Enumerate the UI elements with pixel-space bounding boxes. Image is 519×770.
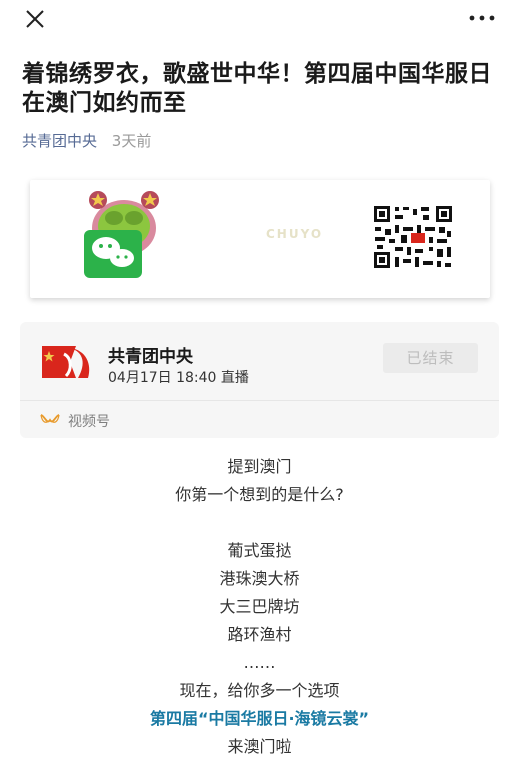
divider	[20, 400, 499, 401]
qr-code-icon[interactable]	[373, 205, 453, 269]
channel-label: 视频号	[68, 414, 110, 430]
article-meta: 共青团中央 3天前	[22, 130, 151, 151]
channels-icon	[40, 414, 60, 423]
content-line: 港珠澳大桥	[219, 569, 300, 588]
wechat-mascot-logo-icon	[84, 191, 159, 278]
top-bar	[0, 0, 519, 40]
qr-promo-card: CHUYO	[30, 180, 490, 298]
publish-time: 3天前	[111, 132, 152, 150]
content-line: 路环渔村	[227, 625, 292, 644]
faint-watermark: CHUYO	[266, 227, 324, 241]
content-line: 葡式蛋挞	[227, 541, 292, 560]
content-line: 大三巴牌坊	[219, 597, 300, 616]
highlight-line: 第四届“中国华服日·海镜云裳”	[149, 709, 370, 728]
content-line: 提到澳门	[227, 457, 292, 476]
article-title: 着锦绣罗衣，歌盛世中华！第四届中国华服日在澳门如约而至	[22, 61, 492, 116]
content-line: 来澳门啦	[227, 737, 292, 756]
live-stream-card[interactable]: 共青团中央 04月17日 18:40 直播 已结束 视频号	[20, 322, 499, 438]
youth-league-logo-icon	[42, 346, 90, 378]
close-icon[interactable]	[22, 6, 48, 32]
more-icon[interactable]	[467, 10, 497, 26]
content-line: ……	[243, 653, 276, 672]
live-account-name: 共青团中央	[108, 347, 193, 367]
author-link[interactable]: 共青团中央	[22, 132, 97, 150]
content-line: 你第一个想到的是什么?	[175, 485, 344, 504]
content-line: 现在，给你多一个选项	[179, 681, 340, 700]
live-datetime: 04月17日 18:40 直播	[108, 370, 249, 386]
live-status-button[interactable]: 已结束	[383, 343, 478, 373]
